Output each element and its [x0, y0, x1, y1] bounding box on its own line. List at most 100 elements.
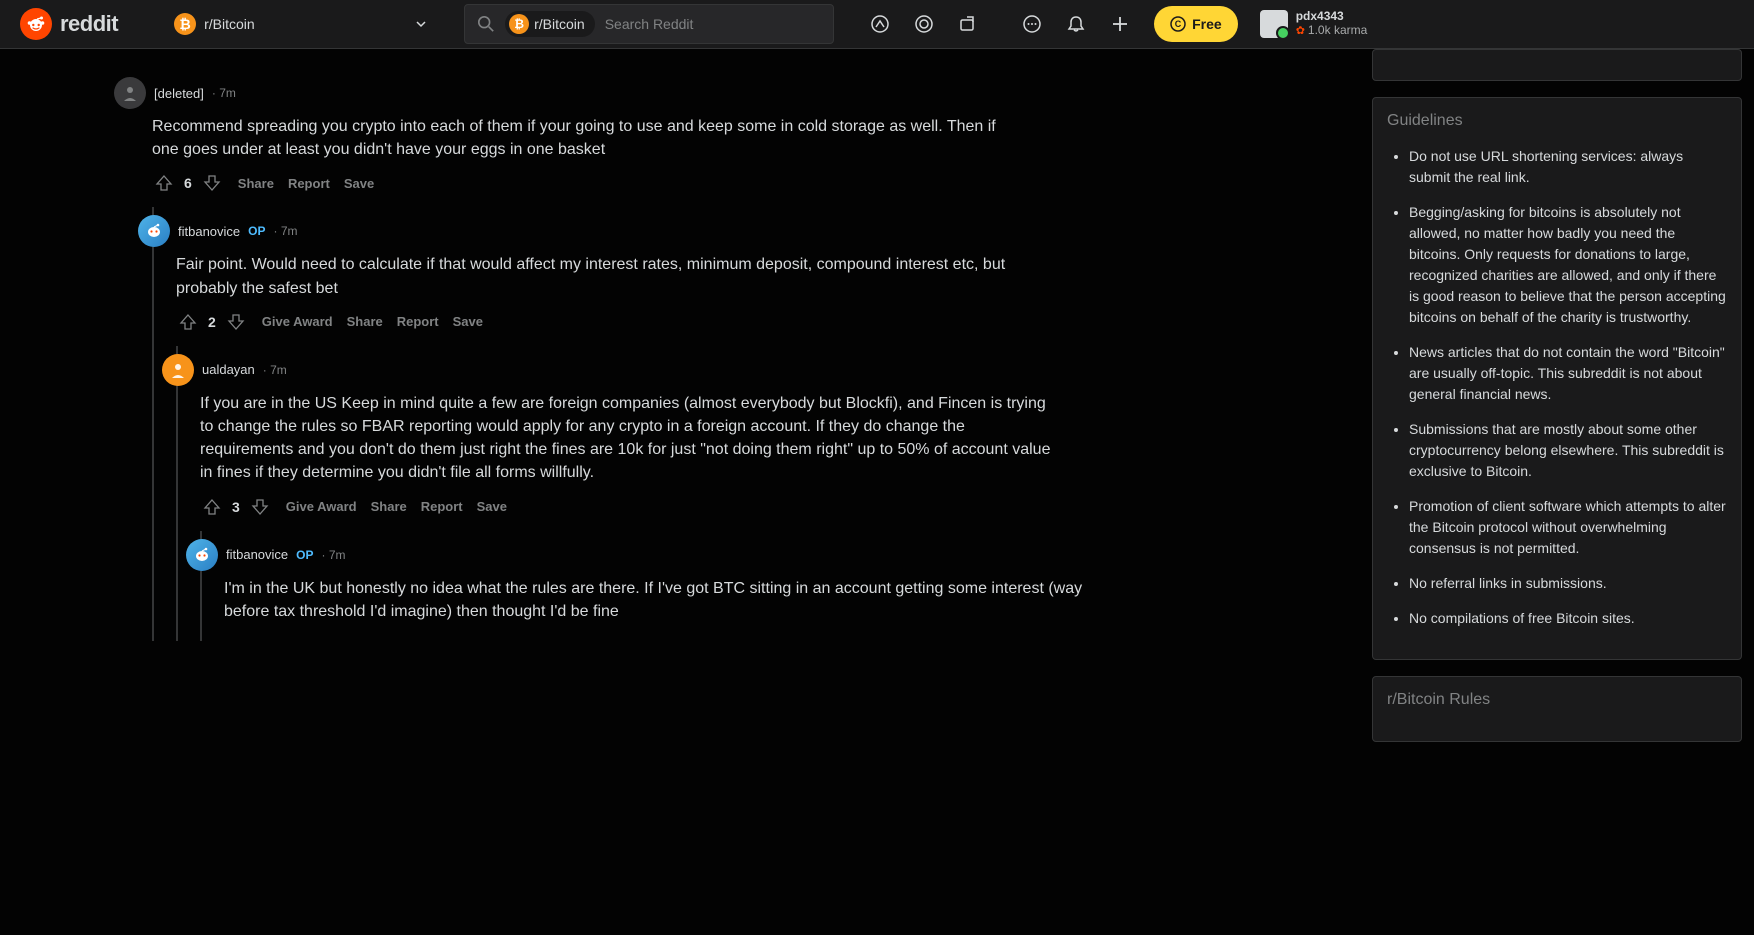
- guideline-item: News articles that do not contain the wo…: [1409, 342, 1727, 405]
- comment-header: [deleted] · 7m: [152, 77, 1364, 109]
- comment-time: · 7m: [263, 363, 287, 377]
- comment-action-save[interactable]: Save: [477, 499, 507, 514]
- comment-author[interactable]: ualdayan: [202, 362, 255, 377]
- comment-actions: 2 Give Award Share Report Save: [176, 310, 1364, 334]
- rules-card: r/Bitcoin Rules: [1372, 676, 1742, 742]
- free-label: Free: [1192, 16, 1222, 32]
- comment-time: · 7m: [322, 548, 346, 562]
- broadcast-icon[interactable]: [950, 6, 986, 42]
- comment-score: 6: [184, 175, 192, 191]
- notifications-icon[interactable]: [1058, 6, 1094, 42]
- bitcoin-icon: ₿: [509, 14, 529, 34]
- comment-children: ualdayan · 7m If you are in the US Keep …: [176, 346, 1364, 641]
- vote-group: 6: [152, 171, 224, 195]
- reddit-logo-icon: [20, 8, 52, 40]
- comment-avatar[interactable]: [186, 539, 218, 571]
- guideline-item: No referral links in submissions.: [1409, 573, 1727, 594]
- comment-action-share[interactable]: Share: [371, 499, 407, 514]
- free-button[interactable]: C Free: [1154, 6, 1238, 42]
- create-post-icon[interactable]: [1102, 6, 1138, 42]
- comment-action-report[interactable]: Report: [288, 176, 330, 191]
- user-meta: pdx4343 1.0k karma: [1296, 10, 1368, 38]
- comment: [deleted] · 7m Recommend spreading you c…: [130, 69, 1364, 203]
- subreddit-name: r/Bitcoin: [204, 16, 255, 32]
- comment-author[interactable]: fitbanovice: [178, 224, 240, 239]
- comment-action-share[interactable]: Share: [347, 314, 383, 329]
- op-badge: OP: [248, 224, 265, 238]
- upvote-icon[interactable]: [176, 310, 200, 334]
- user-karma: 1.0k karma: [1296, 24, 1368, 38]
- comment-avatar[interactable]: [138, 215, 170, 247]
- search-bar: ₿ r/Bitcoin: [464, 4, 834, 44]
- chevron-down-icon: [414, 17, 428, 31]
- vote-group: 3: [200, 495, 272, 519]
- comment-children: fitbanovice OP · 7m I'm in the UK but ho…: [200, 531, 1364, 641]
- comment-children: fitbanovice OP · 7m Fair point. Would ne…: [152, 207, 1364, 641]
- comment-score: 3: [232, 499, 240, 515]
- comment-action-report[interactable]: Report: [397, 314, 439, 329]
- guideline-item: Submissions that are mostly about some o…: [1409, 419, 1727, 482]
- comment: fitbanovice OP · 7m I'm in the UK but ho…: [202, 531, 1364, 641]
- comment-author[interactable]: [deleted]: [154, 86, 204, 101]
- comment: ualdayan · 7m If you are in the US Keep …: [178, 346, 1364, 527]
- comment-body: If you are in the US Keep in mind quite …: [200, 392, 1060, 485]
- comment-time: · 7m: [274, 224, 298, 238]
- coin-icon[interactable]: [906, 6, 942, 42]
- comment-action-report[interactable]: Report: [421, 499, 463, 514]
- comment-action-give-award[interactable]: Give Award: [262, 314, 333, 329]
- comment-actions: 6 Share Report Save: [152, 171, 1364, 195]
- comment-time: · 7m: [212, 86, 236, 100]
- comment-score: 2: [208, 314, 216, 330]
- guidelines-card: Guidelines Do not use URL shortening ser…: [1372, 97, 1742, 660]
- guideline-item: Promotion of client software which attem…: [1409, 496, 1727, 559]
- comment-action-save[interactable]: Save: [453, 314, 483, 329]
- comment-thread: [deleted] · 7m Recommend spreading you c…: [0, 49, 1364, 935]
- comment-author[interactable]: fitbanovice: [226, 547, 288, 562]
- comment-header: ualdayan · 7m: [200, 354, 1364, 386]
- comment-body: I'm in the UK but honestly no idea what …: [224, 577, 1084, 623]
- comment: fitbanovice OP · 7m Fair point. Would ne…: [154, 207, 1364, 341]
- guidelines-list: Do not use URL shortening services: alwa…: [1387, 146, 1727, 629]
- comment-body: Recommend spreading you crypto into each…: [152, 115, 1012, 161]
- user-name: pdx4343: [1296, 10, 1368, 24]
- op-badge: OP: [296, 548, 313, 562]
- comment-header: fitbanovice OP · 7m: [176, 215, 1364, 247]
- comment-action-save[interactable]: Save: [344, 176, 374, 191]
- search-input[interactable]: [605, 16, 821, 32]
- comment-avatar[interactable]: [162, 354, 194, 386]
- popular-icon[interactable]: [862, 6, 898, 42]
- guideline-item: Do not use URL shortening services: alwa…: [1409, 146, 1727, 188]
- comment-body: Fair point. Would need to calculate if t…: [176, 253, 1036, 299]
- header-icon-row: C Free pdx4343 1.0k karma: [862, 6, 1367, 42]
- upvote-icon[interactable]: [200, 495, 224, 519]
- upvote-icon[interactable]: [152, 171, 176, 195]
- reddit-logo-text: reddit: [60, 11, 118, 37]
- downvote-icon[interactable]: [248, 495, 272, 519]
- chat-icon[interactable]: [1014, 6, 1050, 42]
- user-avatar: [1260, 10, 1288, 38]
- guideline-item: No compilations of free Bitcoin sites.: [1409, 608, 1727, 629]
- comment-actions: 3 Give Award Share Report Save: [200, 495, 1364, 519]
- sidebar: Guidelines Do not use URL shortening ser…: [1364, 49, 1754, 935]
- user-menu[interactable]: pdx4343 1.0k karma: [1260, 10, 1368, 38]
- search-scope-text: r/Bitcoin: [534, 16, 585, 32]
- comment-action-give-award[interactable]: Give Award: [286, 499, 357, 514]
- search-icon: [477, 15, 495, 33]
- subreddit-selector[interactable]: ₿ r/Bitcoin: [166, 9, 436, 39]
- rules-title: r/Bitcoin Rules: [1387, 691, 1727, 709]
- vote-group: 2: [176, 310, 248, 334]
- search-scope-pill[interactable]: ₿ r/Bitcoin: [505, 11, 595, 37]
- header: reddit ₿ r/Bitcoin ₿ r/Bitcoin: [0, 0, 1754, 49]
- coin-c-icon: C: [1170, 16, 1186, 32]
- reddit-logo[interactable]: reddit: [20, 8, 118, 40]
- comment-avatar[interactable]: [114, 77, 146, 109]
- downvote-icon[interactable]: [224, 310, 248, 334]
- comment-action-share[interactable]: Share: [238, 176, 274, 191]
- page: [deleted] · 7m Recommend spreading you c…: [0, 49, 1754, 935]
- sidebar-card-stub: [1372, 49, 1742, 81]
- svg-text:C: C: [1175, 19, 1182, 29]
- comment-header: fitbanovice OP · 7m: [224, 539, 1364, 571]
- downvote-icon[interactable]: [200, 171, 224, 195]
- guidelines-title: Guidelines: [1387, 112, 1727, 130]
- search-container[interactable]: ₿ r/Bitcoin: [464, 4, 834, 44]
